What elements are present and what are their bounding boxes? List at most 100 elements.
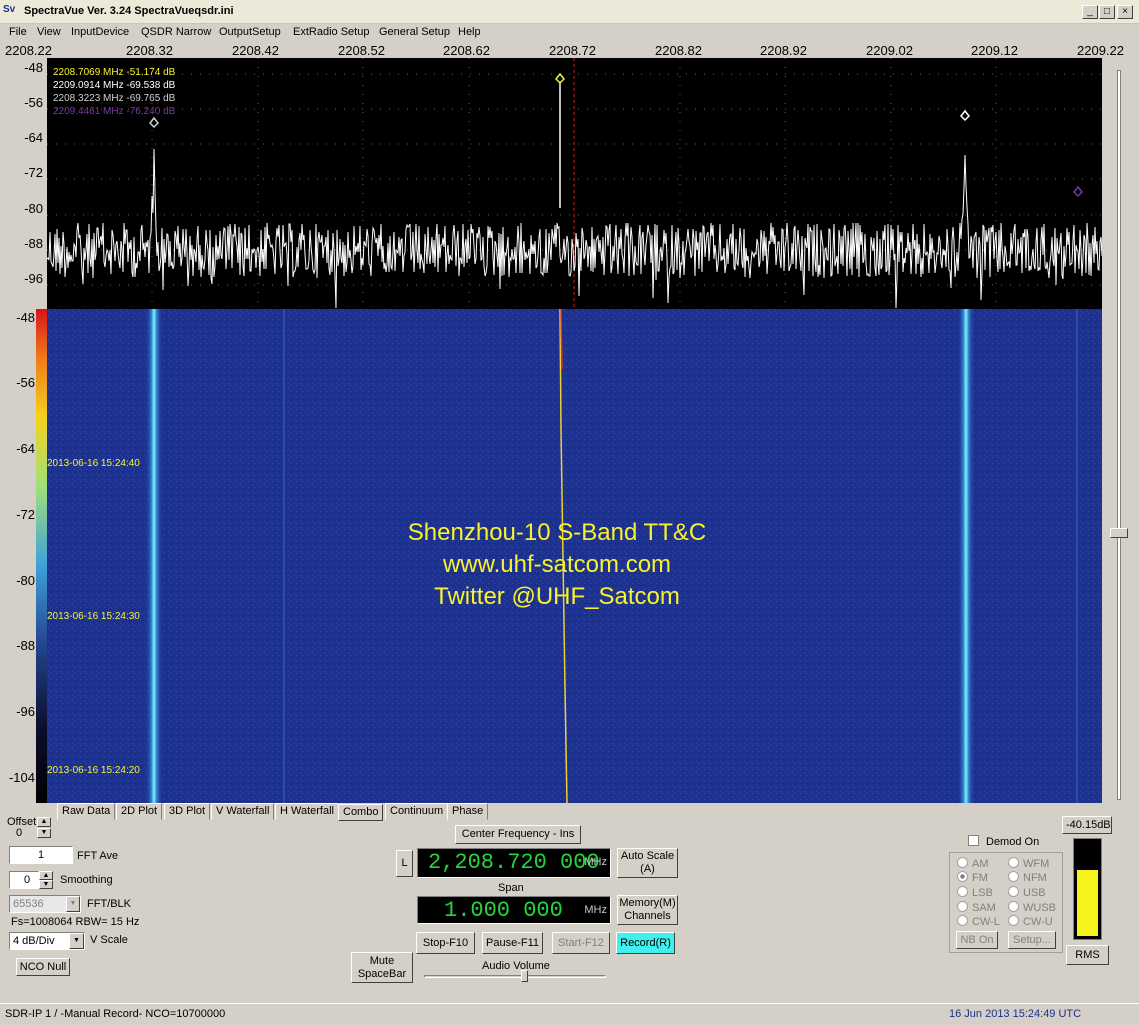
close-button[interactable]: × (1117, 5, 1133, 19)
freq-tick-label: 2208.52 (338, 43, 385, 58)
radio-cw-u[interactable]: CW-U (1008, 915, 1053, 928)
status-datetime: 16 Jun 2013 15:24:49 UTC (949, 1008, 1082, 1020)
menu-help[interactable]: Help (458, 26, 481, 38)
span-unit: MHz (584, 904, 607, 916)
setup-button[interactable]: Setup... (1008, 931, 1056, 949)
lock-l-button[interactable]: L (396, 850, 413, 877)
title-bar: Sv SpectraVue Ver. 3.24 SpectraVueqsdr.i… (0, 0, 1139, 24)
timestamp: 2013-06-16 15:24:20 (47, 765, 140, 776)
audio-volume-thumb[interactable] (521, 970, 528, 982)
timestamp: 2013-06-16 15:24:40 (47, 458, 140, 469)
center-frequency-display[interactable]: 2,208.720 000 MHz (417, 848, 611, 878)
auto-scale-button[interactable]: Auto Scale (A) (617, 848, 678, 878)
tab-3d-plot[interactable]: 3D Plot (164, 803, 211, 820)
audio-volume-slider[interactable] (424, 975, 606, 978)
marker-peak-1 (554, 72, 566, 85)
overlay-caption: Shenzhou-10 S-Band TT&C www.uhf-satcom.c… (377, 517, 737, 613)
freq-tick-label: 2208.32 (126, 43, 173, 58)
menu-view[interactable]: View (37, 26, 61, 38)
demod-on-checkbox[interactable] (968, 835, 979, 846)
spectrum-plot[interactable]: 2208.7069 MHz -51.174 dB 2209.0914 MHz -… (47, 58, 1102, 310)
rms-button[interactable]: RMS (1066, 945, 1109, 965)
tab-phase[interactable]: Phase (447, 803, 489, 820)
freq-tick-label: 2208.62 (443, 43, 490, 58)
freq-tick-label: 2209.02 (866, 43, 913, 58)
waterfall-db-label: -48 (16, 310, 35, 325)
radio-am[interactable]: AM (957, 857, 989, 870)
nco-null-button[interactable]: NCO Null (16, 958, 70, 976)
signal-trace-left (145, 309, 163, 803)
tab-v-waterfall[interactable]: V Waterfall (211, 803, 275, 820)
app-icon: Sv (3, 4, 16, 15)
center-frequency-button[interactable]: Center Frequency - Ins (455, 825, 581, 844)
menu-qsdr-narrow[interactable]: QSDR Narrow (141, 26, 211, 38)
radio-wfm[interactable]: WFM (1008, 857, 1049, 870)
menu-extradio-setup[interactable]: ExtRadio Setup (293, 26, 369, 38)
spectrum-db-label: -56 (24, 95, 43, 110)
span-display[interactable]: 1.000 000 MHz (417, 896, 611, 924)
menu-general-setup[interactable]: General Setup (379, 26, 450, 38)
signal-level-readout: -40.15dB (1062, 816, 1112, 834)
tab-combo[interactable]: Combo (338, 804, 384, 821)
waterfall-display[interactable]: 2013-06-16 15:24:40 2013-06-16 15:24:30 … (47, 309, 1102, 803)
fft-blk-dropdown-icon[interactable]: ▼ (66, 896, 80, 912)
memory-channels-button[interactable]: Memory(M) Channels (617, 895, 678, 925)
status-bar: SDR-IP 1 / -Manual Record- NCO=10700000 … (0, 1003, 1139, 1025)
start-button[interactable]: Start-F12 (552, 932, 610, 954)
status-left: SDR-IP 1 / -Manual Record- NCO=10700000 (5, 1008, 226, 1020)
pause-button[interactable]: Pause-F11 (482, 932, 543, 954)
radio-usb[interactable]: USB (1008, 886, 1046, 899)
radio-sam[interactable]: SAM (957, 901, 996, 914)
radio-cw-l[interactable]: CW-L (957, 915, 1000, 928)
radio-fm[interactable]: FM (957, 871, 988, 884)
marker-readout-1: 2208.7069 MHz -51.174 dB (53, 67, 176, 78)
radio-nfm[interactable]: NFM (1008, 871, 1047, 884)
menu-inputdevice[interactable]: InputDevice (71, 26, 129, 38)
smoothing-down-button[interactable]: ▼ (39, 880, 53, 889)
span-label: Span (498, 882, 524, 894)
freq-tick-label: 2208.72 (549, 43, 596, 58)
menu-bar: File View InputDevice QSDR Narrow Output… (0, 24, 1139, 42)
overlay-line: Twitter @UHF_Satcom (434, 583, 680, 610)
marker-peak-2 (959, 109, 971, 122)
audio-volume-label: Audio Volume (482, 960, 550, 972)
offset-down-button[interactable]: ▼ (37, 828, 51, 838)
tab-2d-plot[interactable]: 2D Plot (116, 803, 163, 820)
waterfall-db-label: -56 (16, 375, 35, 390)
tab-h-waterfall[interactable]: H Waterfall (275, 803, 339, 820)
freq-tick-label: 2209.12 (971, 43, 1018, 58)
spectrum-db-label: -88 (24, 236, 43, 251)
overlay-line: www.uhf-satcom.com (442, 551, 672, 578)
radio-lsb[interactable]: LSB (957, 886, 993, 899)
nb-on-button[interactable]: NB On (956, 931, 998, 949)
vscale-dropdown-icon[interactable]: ▼ (69, 933, 84, 949)
fft-ave-input[interactable]: 1 (9, 846, 73, 864)
mute-button[interactable]: Mute SpaceBar (351, 952, 413, 983)
offset-up-button[interactable]: ▲ (37, 817, 51, 827)
menu-file[interactable]: File (9, 26, 27, 38)
stop-button[interactable]: Stop-F10 (416, 932, 475, 954)
vertical-slider-track[interactable] (1117, 70, 1121, 800)
maximize-button[interactable]: □ (1099, 5, 1115, 19)
spectrum-db-label: -64 (24, 130, 43, 145)
smoothing-input[interactable]: 0 (9, 871, 39, 889)
freq-tick-label: 2208.42 (232, 43, 279, 58)
record-button[interactable]: Record(R) (616, 932, 675, 954)
freq-tick-label: 2208.92 (760, 43, 807, 58)
smoothing-up-button[interactable]: ▲ (39, 871, 53, 880)
tab-raw-data[interactable]: Raw Data (57, 803, 116, 820)
demod-on-label: Demod On (986, 836, 1040, 848)
tab-continuum[interactable]: Continuum (385, 803, 449, 820)
vertical-slider-thumb[interactable] (1110, 528, 1128, 538)
spectrum-db-label: -80 (24, 201, 43, 216)
spectrum-db-label: -48 (24, 60, 43, 75)
waterfall-db-label: -96 (16, 704, 35, 719)
minimize-button[interactable]: _ (1082, 5, 1098, 19)
marker-peak-3 (148, 116, 160, 129)
radio-wusb[interactable]: WUSB (1008, 901, 1056, 914)
center-frequency-value: 2,208.720 000 (428, 850, 600, 875)
fft-blk-label: FFT/BLK (87, 898, 132, 910)
window-title: SpectraVue Ver. 3.24 SpectraVueqsdr.ini (24, 5, 234, 17)
menu-outputsetup[interactable]: OutputSetup (219, 26, 281, 38)
waterfall-db-label: -72 (16, 507, 35, 522)
